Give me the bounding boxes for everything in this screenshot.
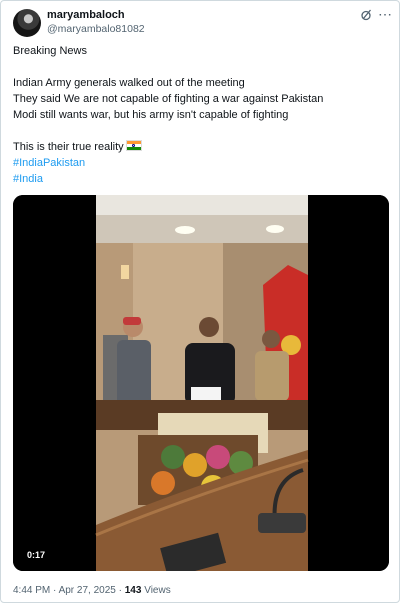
indian-flag-icon [125, 140, 142, 151]
post-card: maryambaloch @maryambalo81082 ⋯ Breaking… [0, 0, 400, 603]
handle[interactable]: @maryambalo81082 [47, 23, 145, 35]
display-name[interactable]: maryambaloch [47, 9, 125, 21]
hashtag-link[interactable]: #IndiaPakistan [13, 157, 85, 169]
post-text-line: Indian Army generals walked out of the m… [13, 77, 245, 89]
grok-icon[interactable] [360, 9, 372, 21]
video-frame [13, 195, 389, 571]
post-text-line: Modi still wants war, but his army isn't… [13, 109, 289, 121]
more-options-icon[interactable]: ⋯ [378, 6, 393, 23]
post-text-last: This is their true reality [13, 141, 124, 153]
avatar[interactable] [13, 9, 41, 37]
video-duration: 0:17 [27, 550, 46, 560]
views-label: Views [141, 585, 171, 596]
views-count: 143 [124, 585, 142, 596]
video-player[interactable]: 0:17 [13, 195, 389, 571]
post-metadata: 4:44 PM · Apr 27, 2025 · 143 Views [13, 585, 171, 596]
post-text-line: This is their true reality [13, 139, 393, 155]
post-text-line: Breaking News [13, 45, 87, 57]
timestamp[interactable]: 4:44 PM · Apr 27, 2025 · [13, 585, 125, 596]
post-text-line: They said We are not capable of fighting… [13, 93, 324, 105]
post-text: Breaking News Indian Army generals walke… [13, 43, 393, 187]
hashtag-link[interactable]: #India [13, 173, 43, 185]
